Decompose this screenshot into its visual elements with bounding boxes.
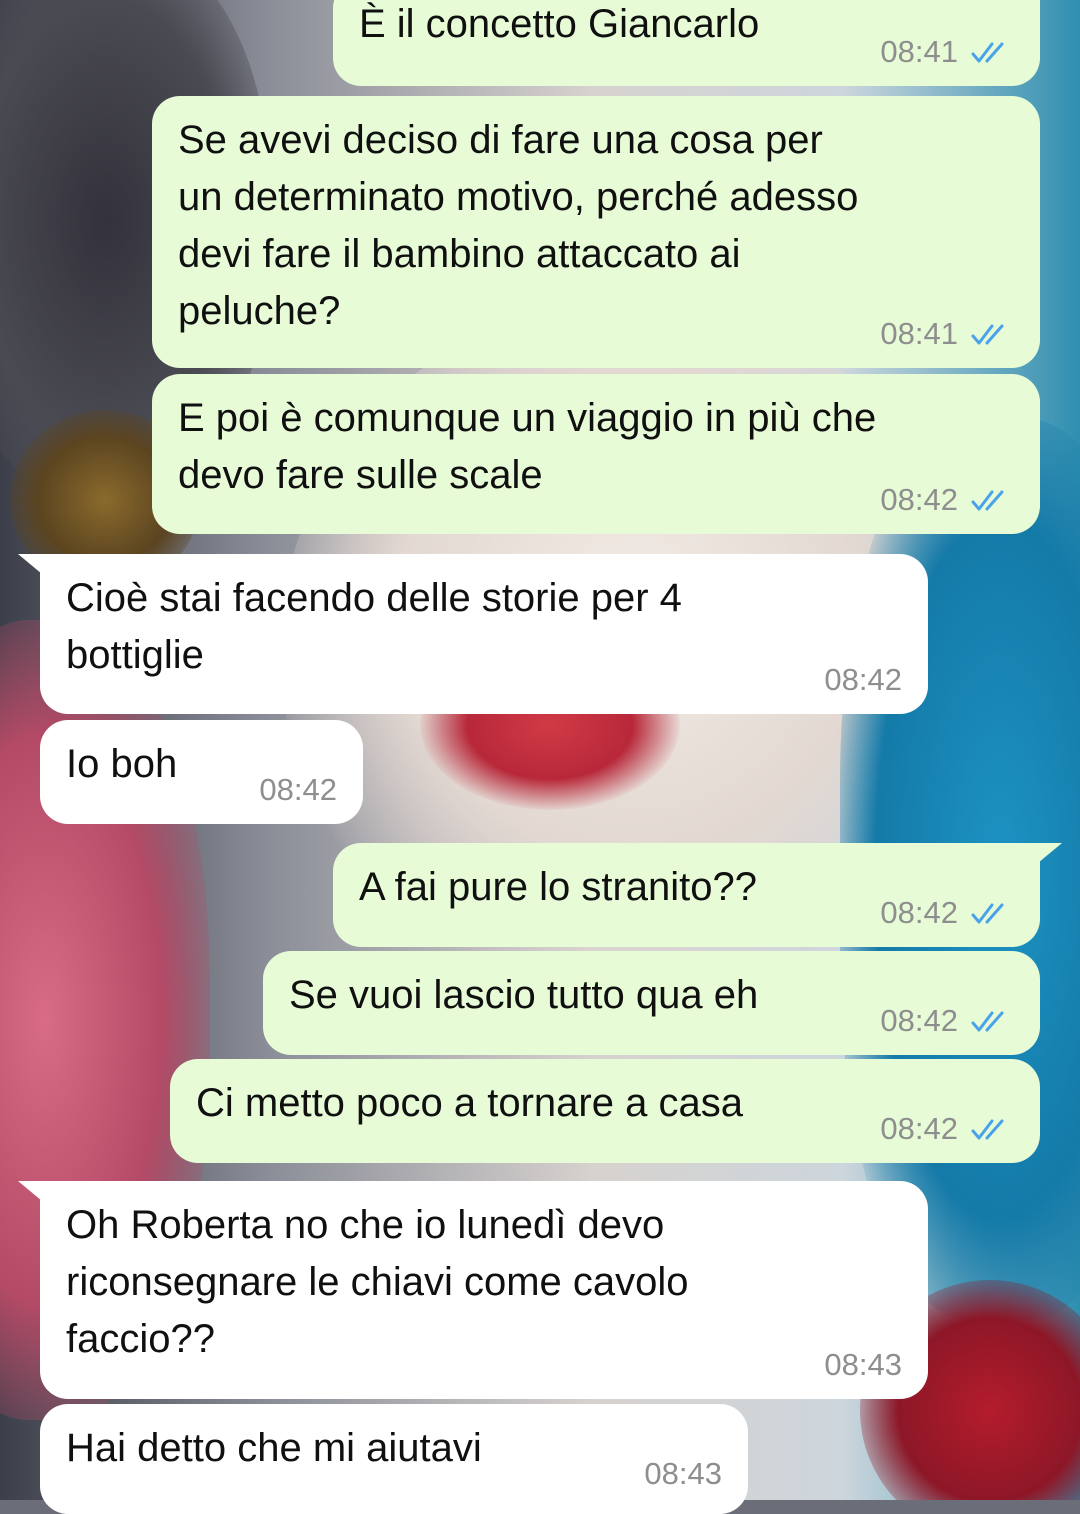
message-meta: 08:43 [824, 1347, 902, 1383]
message-time: 08:42 [880, 482, 958, 517]
message-bubble-incoming[interactable]: Cioè stai facendo delle storie per 4 bot… [18, 554, 928, 714]
message-text: È il concetto Giancarlo [359, 2, 760, 46]
double-check-read-icon [971, 1119, 1004, 1140]
double-check-read-icon [971, 42, 1004, 63]
message-time: 08:42 [824, 662, 902, 697]
message-bubble-outgoing[interactable]: Se vuoi lascio tutto qua eh 08:42 [263, 951, 1040, 1055]
double-check-read-icon [971, 903, 1004, 924]
message-bubble-incoming[interactable]: Io boh 08:42 [40, 720, 363, 824]
message-bubble-outgoing[interactable]: E poi è comunque un viaggio in più che d… [152, 374, 1040, 534]
message-bubble-incoming[interactable]: Oh Roberta no che io lunedì devo riconse… [18, 1181, 928, 1399]
message-bubble-outgoing[interactable]: Se avevi deciso di fare una cosa per un … [152, 96, 1040, 368]
message-meta: 08:42 [880, 1111, 1014, 1147]
message-time: 08:41 [880, 34, 958, 69]
message-time: 08:41 [880, 316, 958, 351]
message-text: Hai detto che mi aiutavi [66, 1426, 482, 1470]
message-bubble-outgoing[interactable]: È il concetto Giancarlo 08:41 [333, 0, 1040, 86]
message-time: 08:42 [880, 1111, 958, 1146]
double-check-read-icon [971, 1011, 1004, 1032]
message-meta: 08:41 [880, 316, 1014, 352]
message-meta: 08:43 [644, 1456, 722, 1492]
message-text: Se avevi deciso di fare una cosa per un … [178, 118, 859, 333]
message-time: 08:42 [259, 772, 337, 807]
message-text: Se vuoi lascio tutto qua eh [289, 973, 759, 1017]
message-bubble-incoming[interactable]: Hai detto che mi aiutavi 08:43 [40, 1404, 748, 1514]
message-time: 08:43 [644, 1456, 722, 1491]
message-text: A fai pure lo stranito?? [359, 865, 758, 909]
message-meta: 08:42 [824, 662, 902, 698]
message-time: 08:42 [880, 895, 958, 930]
message-text: E poi è comunque un viaggio in più che d… [178, 396, 877, 497]
message-text: Cioè stai facendo delle storie per 4 bot… [66, 576, 682, 677]
message-meta: 08:41 [880, 34, 1014, 70]
message-meta: 08:42 [880, 1003, 1014, 1039]
message-bubble-outgoing[interactable]: Ci metto poco a tornare a casa 08:42 [170, 1059, 1040, 1163]
message-meta: 08:42 [259, 772, 337, 808]
message-text: Oh Roberta no che io lunedì devo riconse… [66, 1203, 689, 1361]
message-list[interactable]: È il concetto Giancarlo 08:41 Se avevi d… [0, 0, 1080, 1514]
double-check-read-icon [971, 324, 1004, 345]
message-meta: 08:42 [880, 895, 1014, 931]
message-time: 08:43 [824, 1347, 902, 1382]
double-check-read-icon [971, 490, 1004, 511]
message-meta: 08:42 [880, 482, 1014, 518]
message-text: Io boh [66, 742, 178, 786]
message-time: 08:42 [880, 1003, 958, 1038]
message-text: Ci metto poco a tornare a casa [196, 1081, 743, 1125]
message-bubble-outgoing[interactable]: A fai pure lo stranito?? 08:42 [333, 843, 1062, 947]
